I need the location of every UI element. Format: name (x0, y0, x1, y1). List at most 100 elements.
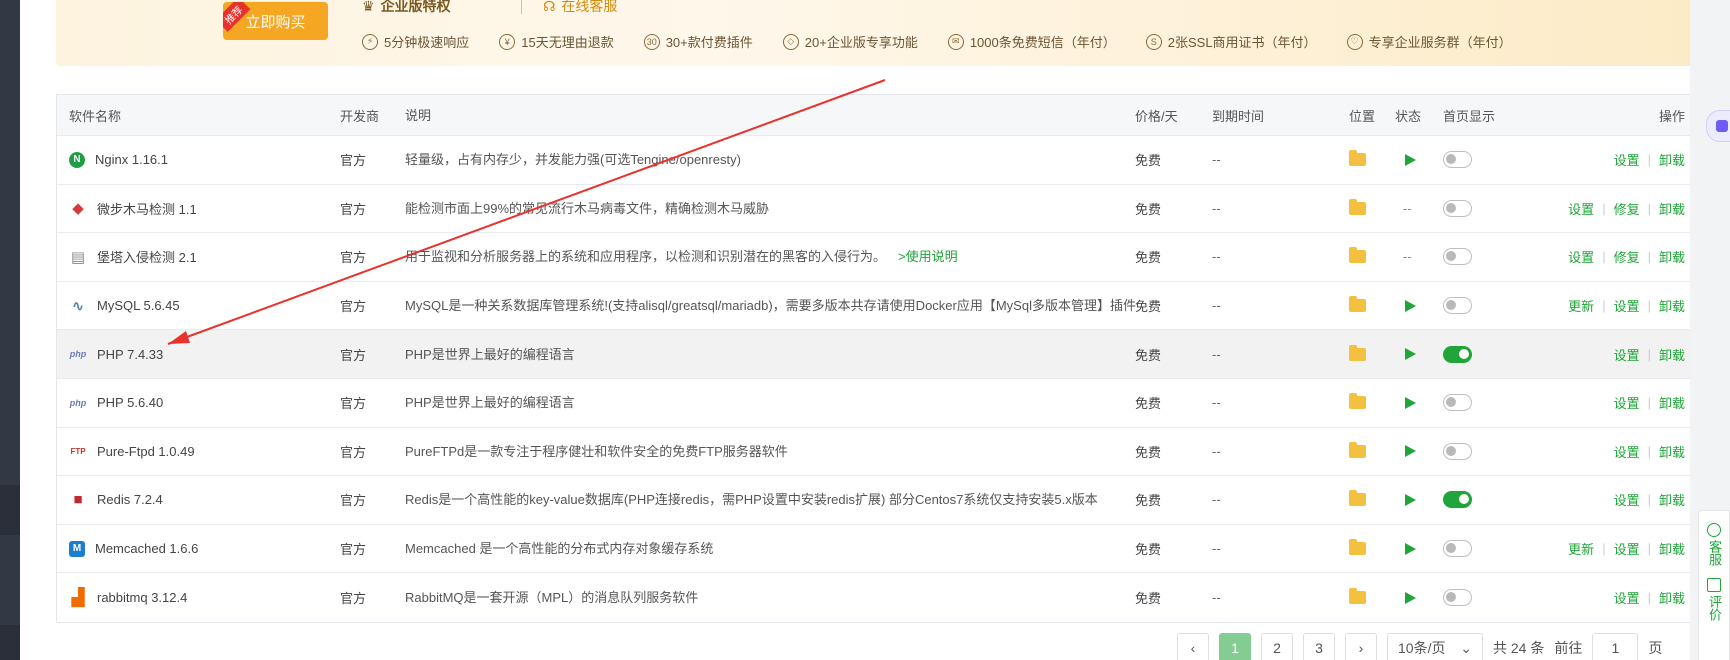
online-service-link[interactable]: ☊ 在线客服 (543, 0, 617, 16)
toggle-knob (1446, 592, 1456, 603)
toggle-knob (1446, 300, 1456, 311)
play-icon[interactable] (1405, 153, 1416, 166)
folder-icon[interactable] (1349, 588, 1366, 605)
ops-separator: | (1647, 492, 1651, 508)
toggle-knob (1446, 397, 1456, 408)
op-link[interactable]: 卸载 (1659, 588, 1685, 607)
folder-icon[interactable] (1349, 441, 1366, 458)
op-link[interactable]: 卸载 (1659, 490, 1685, 509)
software-name[interactable]: Redis 7.2.4 (97, 492, 163, 507)
intrusion-icon: ▤ (70, 248, 86, 266)
page-size-select[interactable]: 10条/页 ⌄ (1387, 633, 1483, 660)
folder-icon[interactable] (1349, 490, 1366, 507)
op-link[interactable]: 卸载 (1659, 296, 1685, 315)
software-name-cell: ■ Redis 7.2.4 (69, 476, 339, 524)
op-link[interactable]: 卸载 (1659, 345, 1685, 364)
folder-icon[interactable] (1349, 198, 1366, 215)
play-icon[interactable] (1405, 348, 1416, 361)
next-page-button[interactable]: › (1345, 633, 1377, 660)
ops-separator: | (1647, 395, 1651, 411)
sidebar-block (0, 485, 20, 535)
usage-guide-link[interactable]: >使用说明 (898, 248, 958, 265)
folder-icon[interactable] (1349, 150, 1366, 167)
op-link[interactable]: 卸载 (1659, 247, 1685, 266)
op-link[interactable]: 设置 (1614, 345, 1640, 364)
toggle-knob (1446, 445, 1456, 456)
table-row: ◆ 微步木马检测 1.1 官方 能检测市面上99%的常见流行木马病毒文件，精确检测木马… (57, 185, 1693, 234)
headset-icon: ☊ (543, 0, 556, 14)
price: 免费 (1135, 396, 1162, 412)
page-button[interactable]: 2 (1261, 633, 1293, 660)
op-link[interactable]: 设置 (1614, 588, 1640, 607)
op-link[interactable]: 设置 (1614, 490, 1640, 509)
ops-separator: | (1602, 541, 1606, 557)
expire-time: -- (1212, 590, 1221, 606)
software-name[interactable]: MySQL 5.6.45 (97, 298, 180, 313)
mail-icon: ✉ (947, 33, 964, 50)
software-name[interactable]: rabbitmq 3.12.4 (97, 590, 187, 605)
operations-cell: 更新 | 设置 | 卸载 (1465, 525, 1685, 573)
expire-time: -- (1212, 249, 1221, 265)
headset-icon (1707, 523, 1721, 537)
operations-cell: 设置 | 卸载 (1465, 573, 1685, 622)
perk-item: ⚡ 5分钟极速响应 (362, 32, 469, 51)
op-link[interactable]: 设置 (1614, 539, 1640, 558)
ops-separator: | (1647, 346, 1651, 362)
op-link[interactable]: 设置 (1614, 296, 1640, 315)
op-link[interactable]: 卸载 (1659, 150, 1685, 169)
op-link[interactable]: 卸载 (1659, 199, 1685, 218)
software-name[interactable]: Pure-Ftpd 1.0.49 (97, 444, 195, 459)
op-link[interactable]: 卸载 (1659, 539, 1685, 558)
buy-now-button[interactable]: 推荐 立即购买 (223, 2, 328, 40)
op-link[interactable]: 设置 (1568, 199, 1594, 218)
expire-time: -- (1212, 152, 1221, 168)
perk-label: 1000条免费短信（年付） (969, 35, 1116, 50)
software-name[interactable]: Nginx 1.16.1 (95, 152, 168, 167)
software-name[interactable]: Memcached 1.6.6 (95, 541, 198, 556)
folder-icon[interactable] (1349, 539, 1366, 556)
op-link[interactable]: 设置 (1614, 393, 1640, 412)
location-cell (1349, 282, 1389, 330)
goto-page-input[interactable]: 1 (1592, 633, 1639, 660)
folder-icon[interactable] (1349, 344, 1366, 361)
ops-separator: | (1647, 541, 1651, 557)
ops-separator: | (1602, 298, 1606, 314)
toggle-knob (1446, 202, 1456, 213)
ops-separator: | (1647, 249, 1651, 265)
play-icon[interactable] (1405, 591, 1416, 604)
op-link[interactable]: 卸载 (1659, 393, 1685, 412)
op-link[interactable]: 设置 (1568, 247, 1594, 266)
page-button[interactable]: 3 (1303, 633, 1335, 660)
software-name[interactable]: 堡塔入侵检测 2.1 (97, 247, 197, 266)
software-name[interactable]: 微步木马检测 1.1 (97, 199, 197, 218)
expire-time: -- (1212, 541, 1221, 557)
play-icon[interactable] (1405, 493, 1416, 506)
expire-time: -- (1212, 200, 1221, 216)
op-link[interactable]: 更新 (1568, 296, 1594, 315)
service-button[interactable]: 客服 (1699, 523, 1729, 566)
op-link[interactable]: 设置 (1614, 442, 1640, 461)
op-link[interactable]: 设置 (1614, 150, 1640, 169)
play-icon[interactable] (1405, 445, 1416, 458)
op-link[interactable]: 卸载 (1659, 442, 1685, 461)
software-name[interactable]: PHP 5.6.40 (97, 395, 163, 410)
play-icon[interactable] (1405, 396, 1416, 409)
play-icon[interactable] (1405, 542, 1416, 555)
play-icon[interactable] (1405, 299, 1416, 312)
op-link[interactable]: 修复 (1614, 199, 1640, 218)
software-name[interactable]: PHP 7.4.33 (97, 347, 163, 362)
op-link[interactable]: 修复 (1614, 247, 1640, 266)
folder-icon[interactable] (1349, 247, 1366, 264)
table-row: ■ Redis 7.2.4 官方 Redis是一个高性能的key-value数据库(P… (57, 476, 1693, 525)
ai-assistant-tab[interactable] (1706, 110, 1730, 142)
developer: 官方 (340, 493, 367, 509)
folder-icon[interactable] (1349, 393, 1366, 410)
folder-icon[interactable] (1349, 296, 1366, 313)
review-button[interactable]: 评价 (1699, 578, 1729, 621)
op-link[interactable]: 更新 (1568, 539, 1594, 558)
status-cell (1395, 476, 1435, 524)
prev-page-button[interactable]: ‹ (1177, 633, 1209, 660)
edit-icon (1707, 578, 1721, 592)
page-button[interactable]: 1 (1219, 633, 1251, 660)
lightning-icon: ⚡ (362, 33, 378, 50)
